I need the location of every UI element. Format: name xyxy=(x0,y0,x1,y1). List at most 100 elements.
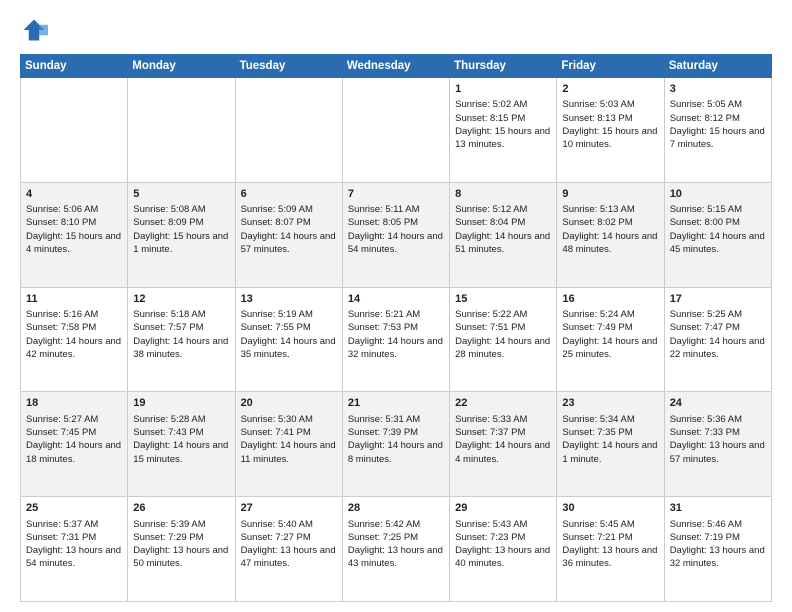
sunrise-text: Sunrise: 5:31 AM xyxy=(348,414,420,425)
day-number: 26 xyxy=(133,501,229,516)
day-number: 8 xyxy=(455,187,551,202)
calendar-table: SundayMondayTuesdayWednesdayThursdayFrid… xyxy=(20,54,772,602)
week-row-4: 18 Sunrise: 5:27 AM Sunset: 7:45 PM Dayligh… xyxy=(21,392,772,497)
daylight-text: Daylight: 13 hours and 57 minutes. xyxy=(670,440,765,464)
daylight-text: Daylight: 14 hours and 45 minutes. xyxy=(670,231,765,255)
day-cell: 21Sunrise: 5:31 AMSunset: 7:39 PMDayligh… xyxy=(342,392,449,497)
day-cell: 29Sunrise: 5:43 AMSunset: 7:23 PMDayligh… xyxy=(450,497,557,602)
day-cell xyxy=(128,78,235,183)
daylight-text: Daylight: 14 hours and 48 minutes. xyxy=(562,231,657,255)
day-number: 18 xyxy=(26,396,122,411)
sunrise-text: Sunrise: 5:21 AM xyxy=(348,309,420,320)
sunrise-text: Sunrise: 5:40 AM xyxy=(241,519,313,530)
day-cell: 15Sunrise: 5:22 AMSunset: 7:51 PMDayligh… xyxy=(450,287,557,392)
day-cell: 30Sunrise: 5:45 AMSunset: 7:21 PMDayligh… xyxy=(557,497,664,602)
sunset-text: Sunset: 7:23 PM xyxy=(455,532,525,543)
day-number: 14 xyxy=(348,292,444,307)
sunset-text: Sunset: 7:21 PM xyxy=(562,532,632,543)
day-number: 15 xyxy=(455,292,551,307)
day-number: 7 xyxy=(348,187,444,202)
day-cell: 19Sunrise: 5:28 AMSunset: 7:43 PMDayligh… xyxy=(128,392,235,497)
sunrise-text: Sunrise: 5:09 AM xyxy=(241,204,313,215)
sunrise-text: Sunrise: 5:22 AM xyxy=(455,309,527,320)
sunrise-text: Sunrise: 5:02 AM xyxy=(455,99,527,110)
sunrise-text: Sunrise: 5:11 AM xyxy=(348,204,420,215)
col-header-friday: Friday xyxy=(557,55,664,78)
sunset-text: Sunset: 8:00 PM xyxy=(670,217,740,228)
day-cell xyxy=(342,78,449,183)
day-cell: 27Sunrise: 5:40 AMSunset: 7:27 PMDayligh… xyxy=(235,497,342,602)
sunrise-text: Sunrise: 5:19 AM xyxy=(241,309,313,320)
day-cell: 22Sunrise: 5:33 AMSunset: 7:37 PMDayligh… xyxy=(450,392,557,497)
daylight-text: Daylight: 14 hours and 57 minutes. xyxy=(241,231,336,255)
day-number: 2 xyxy=(562,82,658,97)
sunset-text: Sunset: 7:58 PM xyxy=(26,322,96,333)
sunset-text: Sunset: 7:31 PM xyxy=(26,532,96,543)
daylight-text: Daylight: 13 hours and 54 minutes. xyxy=(26,545,121,569)
daylight-text: Daylight: 15 hours and 7 minutes. xyxy=(670,126,765,150)
sunrise-text: Sunrise: 5:12 AM xyxy=(455,204,527,215)
sunset-text: Sunset: 7:33 PM xyxy=(670,427,740,438)
sunset-text: Sunset: 7:45 PM xyxy=(26,427,96,438)
sunset-text: Sunset: 8:15 PM xyxy=(455,113,525,124)
daylight-text: Daylight: 13 hours and 40 minutes. xyxy=(455,545,550,569)
day-number: 9 xyxy=(562,187,658,202)
daylight-text: Daylight: 13 hours and 43 minutes. xyxy=(348,545,443,569)
sunrise-text: Sunrise: 5:08 AM xyxy=(133,204,205,215)
sunrise-text: Sunrise: 5:27 AM xyxy=(26,414,98,425)
daylight-text: Daylight: 14 hours and 42 minutes. xyxy=(26,336,121,360)
day-cell: 1 Sunrise: 5:02 AM Sunset: 8:15 PM Daylight… xyxy=(450,78,557,183)
col-header-monday: Monday xyxy=(128,55,235,78)
sunset-text: Sunset: 7:39 PM xyxy=(348,427,418,438)
week-row-2: 4Sunrise: 5:06 AMSunset: 8:10 PMDaylight… xyxy=(21,182,772,287)
sunrise-text: Sunrise: 5:30 AM xyxy=(241,414,313,425)
daylight-text: Daylight: 15 hours and 4 minutes. xyxy=(26,231,121,255)
day-cell: 3Sunrise: 5:05 AMSunset: 8:12 PMDaylight… xyxy=(664,78,771,183)
sunrise-text: Sunrise: 5:33 AM xyxy=(455,414,527,425)
sunset-text: Sunset: 7:53 PM xyxy=(348,322,418,333)
day-cell: 12Sunrise: 5:18 AMSunset: 7:57 PMDayligh… xyxy=(128,287,235,392)
day-cell: 14Sunrise: 5:21 AMSunset: 7:53 PMDayligh… xyxy=(342,287,449,392)
day-cell: 23Sunrise: 5:34 AMSunset: 7:35 PMDayligh… xyxy=(557,392,664,497)
day-cell: 25Sunrise: 5:37 AMSunset: 7:31 PMDayligh… xyxy=(21,497,128,602)
day-number: 6 xyxy=(241,187,337,202)
sunrise-text: Sunrise: 5:25 AM xyxy=(670,309,742,320)
daylight-text: Daylight: 14 hours and 11 minutes. xyxy=(241,440,336,464)
daylight-text: Daylight: 15 hours and 13 minutes. xyxy=(455,126,550,150)
day-cell: 24Sunrise: 5:36 AMSunset: 7:33 PMDayligh… xyxy=(664,392,771,497)
day-number: 1 xyxy=(455,82,551,97)
sunset-text: Sunset: 7:27 PM xyxy=(241,532,311,543)
sunset-text: Sunset: 7:47 PM xyxy=(670,322,740,333)
day-number: 27 xyxy=(241,501,337,516)
daylight-text: Daylight: 14 hours and 25 minutes. xyxy=(562,336,657,360)
day-cell: 2 Sunrise: 5:03 AM Sunset: 8:13 PM Daylight… xyxy=(557,78,664,183)
day-cell xyxy=(21,78,128,183)
header xyxy=(20,16,772,44)
sunset-text: Sunset: 7:41 PM xyxy=(241,427,311,438)
daylight-text: Daylight: 14 hours and 38 minutes. xyxy=(133,336,228,360)
daylight-text: Daylight: 13 hours and 32 minutes. xyxy=(670,545,765,569)
sunset-text: Sunset: 8:04 PM xyxy=(455,217,525,228)
daylight-text: Daylight: 14 hours and 8 minutes. xyxy=(348,440,443,464)
sunset-text: Sunset: 7:19 PM xyxy=(670,532,740,543)
day-number: 28 xyxy=(348,501,444,516)
day-cell: 26Sunrise: 5:39 AMSunset: 7:29 PMDayligh… xyxy=(128,497,235,602)
week-row-1: 1 Sunrise: 5:02 AM Sunset: 8:15 PM Daylight… xyxy=(21,78,772,183)
week-row-5: 25Sunrise: 5:37 AMSunset: 7:31 PMDayligh… xyxy=(21,497,772,602)
day-number: 11 xyxy=(26,292,122,307)
day-cell: 8Sunrise: 5:12 AMSunset: 8:04 PMDaylight… xyxy=(450,182,557,287)
col-header-sunday: Sunday xyxy=(21,55,128,78)
daylight-text: Daylight: 14 hours and 4 minutes. xyxy=(455,440,550,464)
day-cell: 9Sunrise: 5:13 AMSunset: 8:02 PMDaylight… xyxy=(557,182,664,287)
page: SundayMondayTuesdayWednesdayThursdayFrid… xyxy=(0,0,792,612)
sunrise-text: Sunrise: 5:42 AM xyxy=(348,519,420,530)
sunrise-text: Sunrise: 5:03 AM xyxy=(562,99,634,110)
col-header-thursday: Thursday xyxy=(450,55,557,78)
daylight-text: Daylight: 14 hours and 35 minutes. xyxy=(241,336,336,360)
sunset-text: Sunset: 8:07 PM xyxy=(241,217,311,228)
day-number: 17 xyxy=(670,292,766,307)
sunset-text: Sunset: 8:13 PM xyxy=(562,113,632,124)
sunset-text: Sunset: 7:37 PM xyxy=(455,427,525,438)
daylight-text: Daylight: 14 hours and 15 minutes. xyxy=(133,440,228,464)
daylight-text: Daylight: 15 hours and 10 minutes. xyxy=(562,126,657,150)
